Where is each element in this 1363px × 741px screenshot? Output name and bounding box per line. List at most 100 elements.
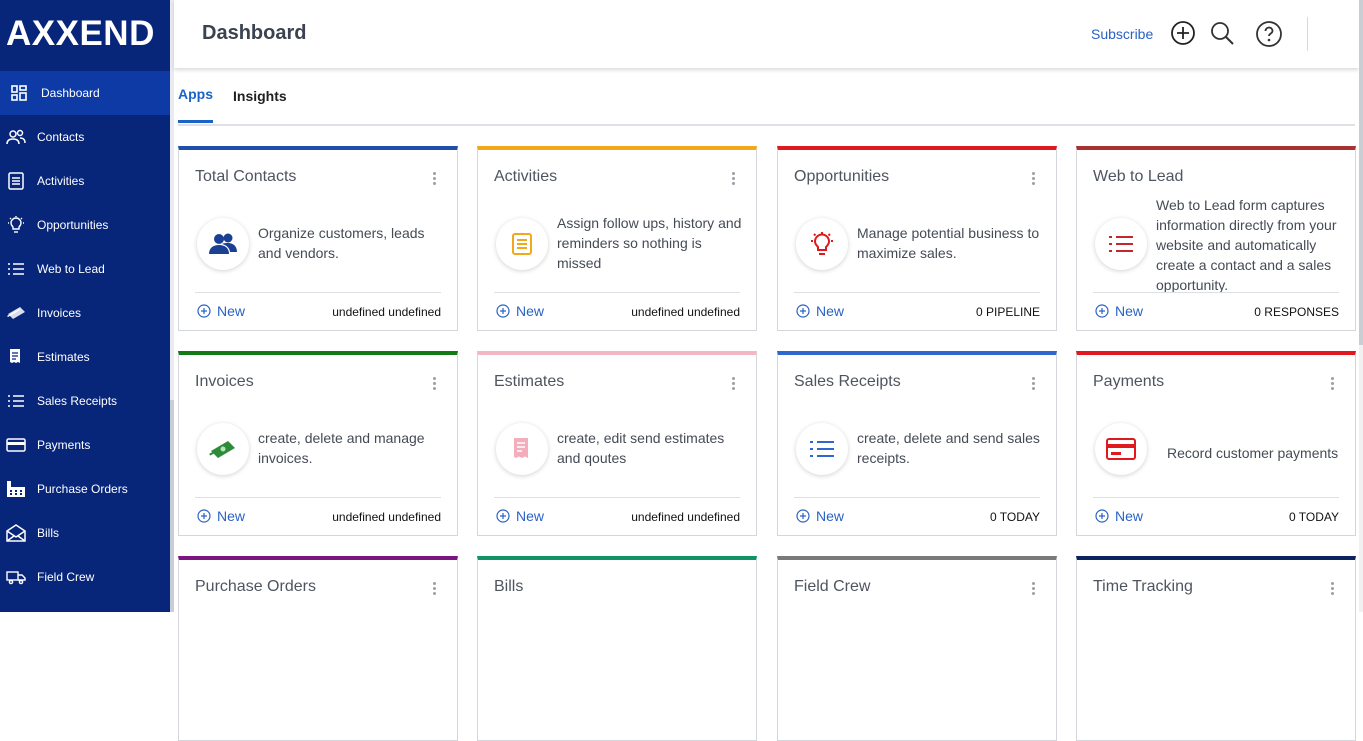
list-icon: [5, 258, 27, 280]
card-invoices[interactable]: Invoices create, delete and manage invoi…: [178, 351, 458, 536]
card-footer: New 0 RESPONSES: [1093, 292, 1339, 328]
list-icon: [796, 423, 848, 475]
notepad-icon: [496, 218, 548, 270]
dashboard-icon: [8, 82, 30, 104]
card-title: Opportunities: [794, 168, 890, 185]
card-title: Invoices: [195, 373, 254, 390]
sidebar-item-bills[interactable]: Bills: [0, 511, 170, 555]
sidebar-item-estimates[interactable]: Estimates: [0, 335, 170, 379]
new-button[interactable]: New: [796, 303, 844, 319]
more-options-icon[interactable]: [732, 172, 736, 188]
sidebar-item-label: Field Crew: [37, 570, 95, 584]
card-total-contacts[interactable]: Total Contacts Organize customers, leads…: [178, 146, 458, 331]
search-icon[interactable]: [1209, 20, 1235, 46]
card-description: Assign follow ups, history and reminders…: [557, 215, 742, 271]
sidebar-item-label: Opportunities: [37, 218, 109, 232]
tab-insights[interactable]: Insights: [233, 88, 287, 104]
money-icon: [5, 302, 27, 324]
sidebar-item-contacts[interactable]: Contacts: [0, 115, 170, 159]
sidebar-item-dashboard[interactable]: Dashboard: [0, 71, 170, 115]
help-icon[interactable]: [1255, 20, 1282, 47]
card-bills[interactable]: Bills: [477, 556, 757, 741]
money-icon: [197, 423, 249, 475]
card-stat: 0 RESPONSES: [1254, 305, 1339, 319]
sidebar-item-label: Invoices: [37, 306, 82, 320]
lightbulb-icon: [796, 218, 848, 270]
new-button[interactable]: New: [1095, 303, 1143, 319]
tab-apps[interactable]: Apps: [178, 86, 213, 102]
new-button[interactable]: New: [197, 303, 245, 319]
sidebar-item-web-to-lead[interactable]: Web to Lead: [0, 247, 170, 291]
new-label: New: [816, 508, 845, 524]
sidebar-item-label: Sales Receipts: [37, 394, 118, 408]
sidebar-item-label: Payments: [37, 438, 91, 452]
card-stat: undefined undefined: [631, 305, 740, 319]
more-options-icon[interactable]: [1032, 172, 1036, 188]
new-button[interactable]: New: [496, 508, 544, 524]
new-label: New: [816, 303, 845, 319]
card-estimates[interactable]: Estimates create, edit send estimates an…: [477, 351, 757, 536]
new-button[interactable]: New: [796, 508, 844, 524]
card-field-crew[interactable]: Field Crew: [777, 556, 1057, 741]
sidebar-scrollbar-thumb[interactable]: [170, 400, 174, 612]
card-title: Purchase Orders: [195, 578, 316, 595]
more-options-icon[interactable]: [433, 377, 437, 393]
card-stat: undefined undefined: [332, 510, 441, 524]
active-tab-indicator: [178, 120, 213, 123]
card-payments[interactable]: Payments Record customer payments New 0 …: [1076, 351, 1356, 536]
more-options-icon[interactable]: [732, 377, 736, 393]
card-stat: undefined undefined: [631, 510, 740, 524]
tab-bar: Apps Insights: [178, 80, 1355, 126]
more-options-icon[interactable]: [1032, 582, 1036, 598]
subscribe-link[interactable]: Subscribe: [1091, 26, 1153, 42]
brand-logo[interactable]: AXXEND: [6, 14, 155, 54]
sidebar-nav: Dashboard Contacts Activities Opportunit…: [0, 71, 170, 599]
contacts-icon: [197, 218, 249, 270]
new-label: New: [1115, 303, 1144, 319]
sidebar-item-label: Web to Lead: [37, 262, 105, 276]
card-opportunities[interactable]: Opportunities Manage potential business …: [777, 146, 1057, 331]
card-footer: New 0 TODAY: [794, 497, 1040, 533]
new-button[interactable]: New: [197, 508, 245, 524]
sidebar-item-label: Activities: [37, 174, 85, 188]
sidebar-item-purchase-orders[interactable]: Purchase Orders: [0, 467, 170, 511]
card-sales-receipts[interactable]: Sales Receipts create, delete and send s…: [777, 351, 1057, 536]
card-web-to-lead[interactable]: Web to Lead Web to Lead form captures in…: [1076, 146, 1356, 331]
envelope-icon: [5, 522, 27, 544]
card-activities[interactable]: Activities Assign follow ups, history an…: [477, 146, 757, 331]
list-icon: [1095, 218, 1147, 270]
card-title: Field Crew: [794, 578, 871, 595]
more-options-icon[interactable]: [1331, 377, 1335, 393]
card-purchase-orders[interactable]: Purchase Orders: [178, 556, 458, 741]
card-description: create, delete and manage invoices.: [258, 430, 425, 466]
sidebar-item-field-crew[interactable]: Field Crew: [0, 555, 170, 599]
sidebar-item-label: Dashboard: [41, 86, 100, 100]
factory-icon: [5, 478, 27, 500]
sidebar-item-activities[interactable]: Activities: [0, 159, 170, 203]
new-label: New: [217, 303, 246, 319]
card-title: Payments: [1093, 373, 1165, 390]
more-options-icon[interactable]: [433, 172, 437, 188]
more-options-icon[interactable]: [1331, 582, 1335, 598]
top-bar: Dashboard Subscribe: [174, 0, 1359, 68]
card-description: Record customer payments: [1167, 445, 1339, 461]
more-options-icon[interactable]: [433, 582, 437, 598]
card-title: Time Tracking: [1093, 578, 1193, 595]
sidebar-item-invoices[interactable]: Invoices: [0, 291, 170, 335]
card-footer: New undefined undefined: [195, 497, 441, 533]
plus-circle-icon: [1095, 304, 1109, 318]
new-button[interactable]: New: [1095, 508, 1143, 524]
sidebar-item-opportunities[interactable]: Opportunities: [0, 203, 170, 247]
sidebar-item-payments[interactable]: Payments: [0, 423, 170, 467]
card-description: Organize customers, leads and vendors.: [258, 225, 425, 261]
add-icon[interactable]: [1170, 20, 1196, 46]
sidebar-item-sales-receipts[interactable]: Sales Receipts: [0, 379, 170, 423]
plus-circle-icon: [796, 304, 810, 318]
new-label: New: [516, 508, 545, 524]
card-time-tracking[interactable]: Time Tracking: [1076, 556, 1356, 741]
page-scrollbar-thumb[interactable]: [1359, 0, 1363, 345]
toolbar-divider: [1307, 17, 1308, 51]
card-description: Manage potential business to maximize sa…: [857, 225, 1040, 261]
more-options-icon[interactable]: [1032, 377, 1036, 393]
new-button[interactable]: New: [496, 303, 544, 319]
